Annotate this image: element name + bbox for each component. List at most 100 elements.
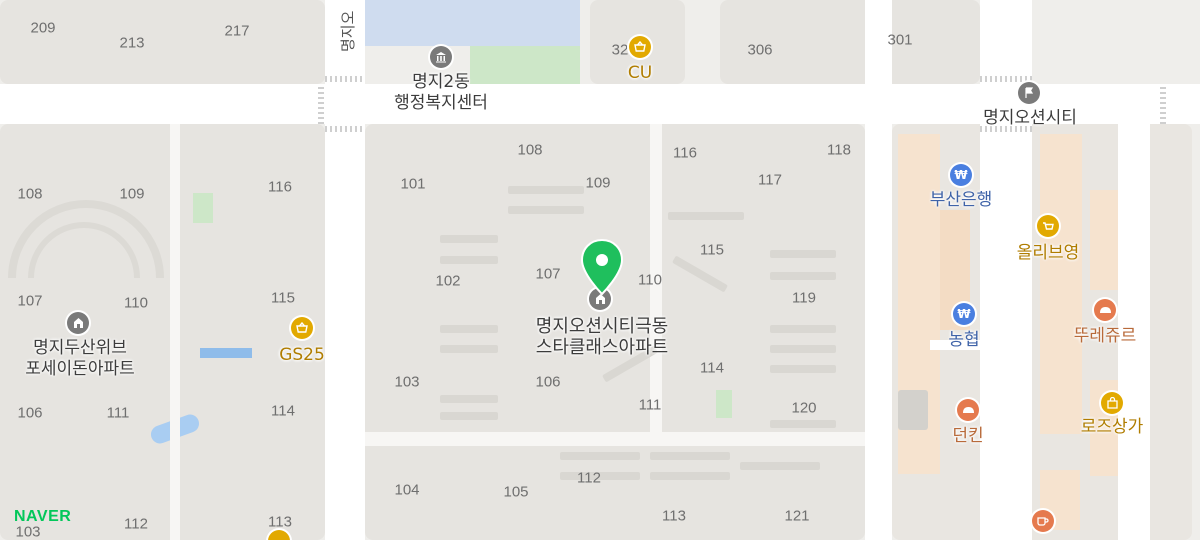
building-outline-2 — [508, 206, 584, 214]
convenience-store-icon[interactable] — [629, 36, 651, 58]
building-number: 109 — [119, 185, 145, 203]
water-north — [365, 0, 580, 46]
building-number: 107 — [17, 292, 43, 310]
building-number: 106 — [535, 373, 561, 391]
building-number: 101 — [400, 175, 426, 193]
building-outline-14 — [770, 365, 836, 373]
building-outline-3 — [668, 212, 744, 220]
building-number: 119 — [792, 289, 816, 307]
building-outline-15 — [770, 420, 836, 428]
place-label-cu[interactable]: CU — [628, 63, 652, 84]
place-label-nonghyup[interactable]: 농협 — [948, 330, 979, 351]
building-number: 108 — [517, 141, 543, 159]
building-number: 113 — [268, 513, 292, 531]
bakery-icon[interactable] — [957, 399, 979, 421]
bank-icon[interactable]: ₩ — [950, 164, 972, 186]
sports-court-center — [716, 390, 732, 418]
place-label-gs25[interactable]: GS25 — [279, 345, 325, 366]
building-number: 103 — [394, 373, 420, 391]
building-number: 213 — [119, 34, 145, 52]
building-number: 115 — [271, 289, 295, 307]
building-outline-9 — [440, 412, 498, 420]
road-inner-horizontal[interactable] — [365, 432, 865, 446]
place-label-doosan-weve[interactable]: 명지두산위브 포세이돈아파트 — [25, 338, 134, 380]
building-outline-7 — [440, 345, 498, 353]
building-number: 108 — [17, 185, 43, 203]
crosswalk-5 — [318, 84, 324, 124]
building-number: 114 — [271, 402, 295, 420]
building-outline-4 — [440, 235, 498, 243]
place-label-tous-les-jours[interactable]: 뚜레쥬르 — [1074, 326, 1137, 347]
building-number: 301 — [887, 31, 913, 49]
building-number: 209 — [30, 19, 56, 37]
building-number: 105 — [503, 483, 529, 501]
building-number: 116 — [268, 178, 292, 196]
convenience-store-icon[interactable] — [291, 317, 313, 339]
building-outline-16 — [560, 452, 640, 460]
shop-strip-2 — [1040, 134, 1082, 434]
selected-place-label[interactable]: 명지오션시티극동 스타클래스아파트 — [536, 316, 668, 358]
crosswalk-1 — [325, 76, 365, 82]
building-number: 111 — [638, 396, 662, 414]
building-number: 111 — [106, 404, 130, 422]
building-number: 110 — [638, 271, 662, 289]
crosswalk-2 — [325, 126, 365, 132]
place-label-myeongji-ocean-city[interactable]: 명지오션시티 — [983, 108, 1077, 129]
building-outline-20 — [740, 462, 820, 470]
building-outline-8 — [440, 395, 498, 403]
building-outline-10 — [770, 250, 836, 258]
building-outline-18 — [650, 472, 730, 480]
building-outline-13 — [770, 345, 836, 353]
apartment-icon[interactable] — [67, 312, 89, 334]
road-name-label: 명지오 — [339, 10, 357, 52]
cafe-icon[interactable] — [1032, 510, 1054, 532]
place-label-dunkin[interactable]: 던킨 — [952, 426, 983, 447]
building-number: 32 — [611, 41, 629, 59]
building-number: 107 — [535, 265, 561, 283]
sports-court-west — [193, 193, 213, 223]
crosswalk-3 — [980, 76, 1032, 82]
building-number: 102 — [435, 272, 461, 290]
shop-strip-3 — [1090, 190, 1118, 290]
location-pin-icon[interactable] — [580, 238, 624, 298]
building-outline-17 — [650, 452, 730, 460]
building-number: 110 — [124, 294, 148, 312]
road-west-vertical-2[interactable] — [170, 124, 180, 540]
building-number: 217 — [224, 22, 250, 40]
shopping-basket-icon[interactable] — [1037, 215, 1059, 237]
building-outline-12 — [770, 325, 836, 333]
building-number: 104 — [394, 481, 420, 499]
building-outline-5 — [440, 256, 498, 264]
building-number: 114 — [700, 359, 724, 377]
map-view[interactable]: 명지오 209 213 217 32 306 301 108 116 118 1… — [0, 0, 1200, 540]
building-outline-1 — [508, 186, 584, 194]
government-building-icon[interactable] — [430, 46, 452, 68]
place-label-busan-bank[interactable]: 부산은행 — [930, 190, 993, 211]
building-number: 117 — [758, 171, 782, 189]
block-northwest — [0, 0, 325, 84]
pond-west — [200, 348, 252, 358]
building-east-gray — [898, 390, 928, 430]
building-number: 306 — [747, 41, 773, 59]
bank-icon[interactable]: ₩ — [953, 303, 975, 325]
shopping-bag-icon[interactable] — [1101, 392, 1123, 414]
naver-logo: NAVER — [14, 508, 72, 525]
building-number: 112 — [577, 469, 601, 487]
bakery-icon[interactable] — [1094, 299, 1116, 321]
building-number: 106 — [17, 404, 43, 422]
building-number: 115 — [700, 241, 724, 259]
place-label-community-center[interactable]: 명지2동 행정복지센터 — [394, 72, 488, 114]
place-label-rose-mall[interactable]: 로즈상가 — [1081, 417, 1144, 438]
crosswalk-6 — [1160, 84, 1166, 124]
building-outline-11 — [770, 272, 836, 280]
building-number: 120 — [791, 399, 817, 417]
place-label-olive-young[interactable]: 올리브영 — [1017, 243, 1080, 264]
building-number: 118 — [827, 141, 851, 159]
road-vertical-east[interactable] — [865, 0, 892, 540]
building-number: 109 — [585, 174, 611, 192]
flag-icon[interactable] — [1018, 82, 1040, 104]
building-number: 121 — [784, 507, 810, 525]
building-number: 116 — [673, 144, 697, 162]
building-number: 112 — [124, 515, 148, 533]
building-number: 113 — [662, 507, 686, 525]
